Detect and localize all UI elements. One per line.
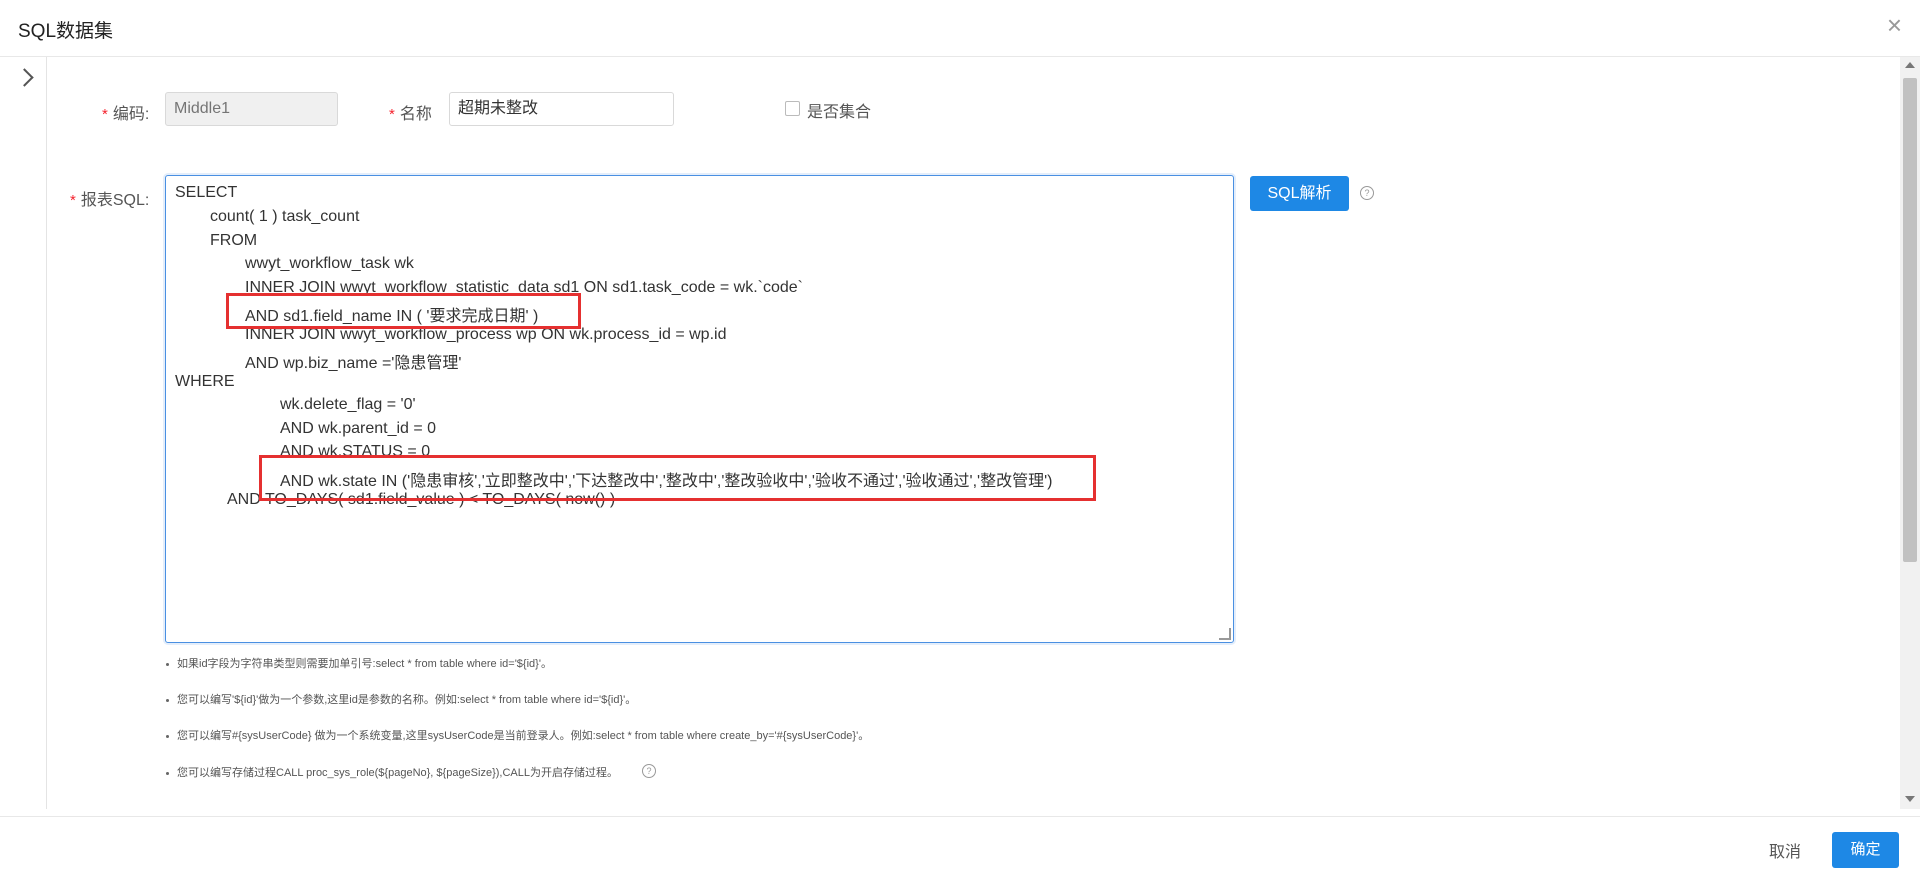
note-text: 您可以编写#{sysUserCode} 做为一个系统变量,这里sysUserCo… — [177, 730, 870, 742]
scroll-down-arrow-icon[interactable] — [1905, 796, 1915, 802]
note-text: 如果id字段为字符串类型则需要加单引号:select * from table … — [177, 658, 552, 670]
confirm-button[interactable]: 确定 — [1832, 832, 1899, 868]
sql-line: WHERE — [175, 373, 235, 390]
sql-line: FROM — [210, 232, 258, 249]
dialog-header: SQL数据集 × — [0, 0, 1920, 57]
cancel-button[interactable]: 取消 — [1769, 838, 1801, 862]
name-label: * 名称 — [389, 100, 432, 124]
dialog-footer — [0, 816, 1920, 881]
bullet-icon — [166, 771, 169, 775]
note-item: 如果id字段为字符串类型则需要加单引号:select * from table … — [166, 655, 552, 671]
note-item: 您可以编写'${id}'做为一个参数,这里id是参数的名称。例如:select … — [166, 691, 636, 707]
required-mark: * — [70, 192, 76, 209]
scroll-up-arrow-icon[interactable] — [1905, 62, 1915, 68]
note-item: 您可以编写存储过程CALL proc_sys_role(${pageNo}, $… — [166, 764, 618, 780]
is-collection-label[interactable]: 是否集合 — [807, 98, 871, 122]
note-text: 您可以编写存储过程CALL proc_sys_role(${pageNo}, $… — [177, 767, 618, 779]
sql-line: SELECT — [175, 184, 238, 201]
sql-line: count( 1 ) task_count — [210, 208, 360, 225]
bullet-icon — [166, 734, 169, 738]
sql-line: wk.delete_flag = '0' — [280, 396, 416, 413]
code-input[interactable] — [165, 92, 338, 126]
required-mark: * — [102, 106, 108, 123]
scrollbar-thumb[interactable] — [1903, 78, 1917, 562]
close-icon[interactable]: × — [1887, 12, 1902, 38]
sql-textarea[interactable]: SELECT count( 1 ) task_count FROM wwyt_w… — [165, 175, 1234, 643]
name-label-text: 名称 — [399, 106, 432, 123]
bullet-icon — [166, 698, 169, 702]
help-icon[interactable]: ? — [1360, 186, 1374, 200]
sql-line: AND wp.biz_name ='隐患管理' — [245, 355, 462, 372]
sql-line: wwyt_workflow_task wk — [245, 255, 414, 272]
resize-handle[interactable] — [1219, 628, 1231, 640]
sql-label-text: 报表SQL: — [80, 192, 150, 209]
highlight-box-state-in — [259, 455, 1096, 501]
highlight-box-field-name — [226, 293, 581, 329]
dialog-title: SQL数据集 — [18, 21, 114, 42]
note-text: 您可以编写'${id}'做为一个参数,这里id是参数的名称。例如:select … — [177, 694, 637, 706]
note-item: 您可以编写#{sysUserCode} 做为一个系统变量,这里sysUserCo… — [166, 727, 869, 743]
sql-label: * 报表SQL: — [70, 186, 149, 210]
help-icon[interactable]: ? — [642, 764, 656, 778]
side-panel — [0, 57, 47, 809]
name-input[interactable]: 超期未整改 — [449, 92, 674, 126]
is-collection-checkbox[interactable] — [785, 101, 800, 116]
bullet-icon — [166, 662, 169, 666]
code-label: * 编码: — [102, 100, 149, 124]
sql-parse-button[interactable]: SQL解析 — [1250, 176, 1349, 211]
required-mark: * — [389, 106, 395, 123]
name-input-value: 超期未整改 — [458, 100, 539, 117]
sql-line: AND wk.parent_id = 0 — [280, 420, 437, 437]
code-label-text: 编码: — [112, 106, 150, 123]
